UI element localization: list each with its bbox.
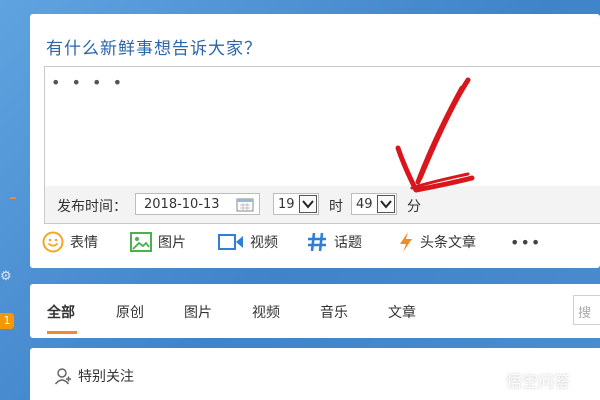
topic-button[interactable]: 话题: [306, 230, 362, 254]
lightning-icon: [400, 232, 412, 252]
emoji-button[interactable]: 表情: [42, 230, 98, 254]
chevron-down-icon[interactable]: [377, 195, 395, 213]
special-follow-label: 特别关注: [78, 369, 134, 385]
tab-all[interactable]: 全部: [47, 302, 75, 322]
wukong-logo-icon: [478, 370, 502, 390]
watermark: 悟空问答: [478, 368, 570, 392]
video-button[interactable]: 视频: [218, 230, 278, 254]
tab-videos[interactable]: 视频: [252, 302, 280, 322]
left-rail: ⚙ 1: [0, 0, 28, 400]
image-button[interactable]: 图片: [130, 230, 186, 254]
chevron-down-icon[interactable]: [299, 195, 317, 213]
publish-date-field[interactable]: 2018-10-13: [135, 193, 260, 215]
notification-badge[interactable]: 1: [0, 313, 14, 329]
watermark-text: 悟空问答: [506, 372, 571, 391]
hashtag-icon: [308, 232, 326, 252]
image-label: 图片: [158, 235, 186, 251]
tab-original[interactable]: 原创: [116, 302, 144, 322]
hour-unit-label: 时: [329, 199, 343, 215]
smiley-icon: [42, 231, 64, 253]
post-composer: 有什么新鲜事想告诉大家？ • • • • 发布时间： 2018-10-13 19…: [30, 14, 600, 268]
post-text-value: • • • •: [51, 73, 126, 92]
feed-search-input[interactable]: 搜: [573, 295, 600, 325]
publish-date-value: 2018-10-13: [144, 197, 220, 212]
publish-time-label: 发布时间：: [57, 199, 127, 215]
calendar-icon[interactable]: [236, 197, 254, 212]
left-rail-marker: [10, 197, 16, 199]
gear-icon[interactable]: ⚙: [0, 270, 14, 284]
hour-select[interactable]: 19: [273, 193, 319, 215]
active-tab-indicator: [47, 331, 77, 334]
minute-unit-label: 分: [407, 199, 421, 215]
feed-tab-bar: 全部 原创 图片 视频 音乐 文章 搜: [30, 284, 600, 338]
headline-article-label: 头条文章: [420, 235, 476, 251]
tab-images[interactable]: 图片: [184, 302, 212, 322]
composer-prompt: 有什么新鲜事想告诉大家？: [46, 39, 262, 59]
user-follow-icon: [54, 368, 71, 385]
hour-value: 19: [278, 197, 295, 212]
schedule-bar: 发布时间： 2018-10-13 19 时 49 分: [44, 186, 600, 224]
video-label: 视频: [250, 235, 278, 251]
headline-article-button[interactable]: 头条文章: [398, 230, 476, 254]
minute-select[interactable]: 49: [351, 193, 397, 215]
more-options-button[interactable]: •••: [510, 230, 541, 254]
minute-value: 49: [356, 197, 373, 212]
topic-label: 话题: [334, 235, 362, 251]
special-follow-link[interactable]: 特别关注: [54, 366, 134, 386]
tab-articles[interactable]: 文章: [388, 302, 416, 322]
image-icon: [130, 232, 152, 252]
tab-music[interactable]: 音乐: [320, 302, 348, 322]
video-icon: [218, 234, 243, 250]
feed-search-placeholder: 搜: [578, 306, 592, 321]
emoji-label: 表情: [70, 235, 98, 251]
post-text-area[interactable]: • • • •: [44, 66, 600, 188]
